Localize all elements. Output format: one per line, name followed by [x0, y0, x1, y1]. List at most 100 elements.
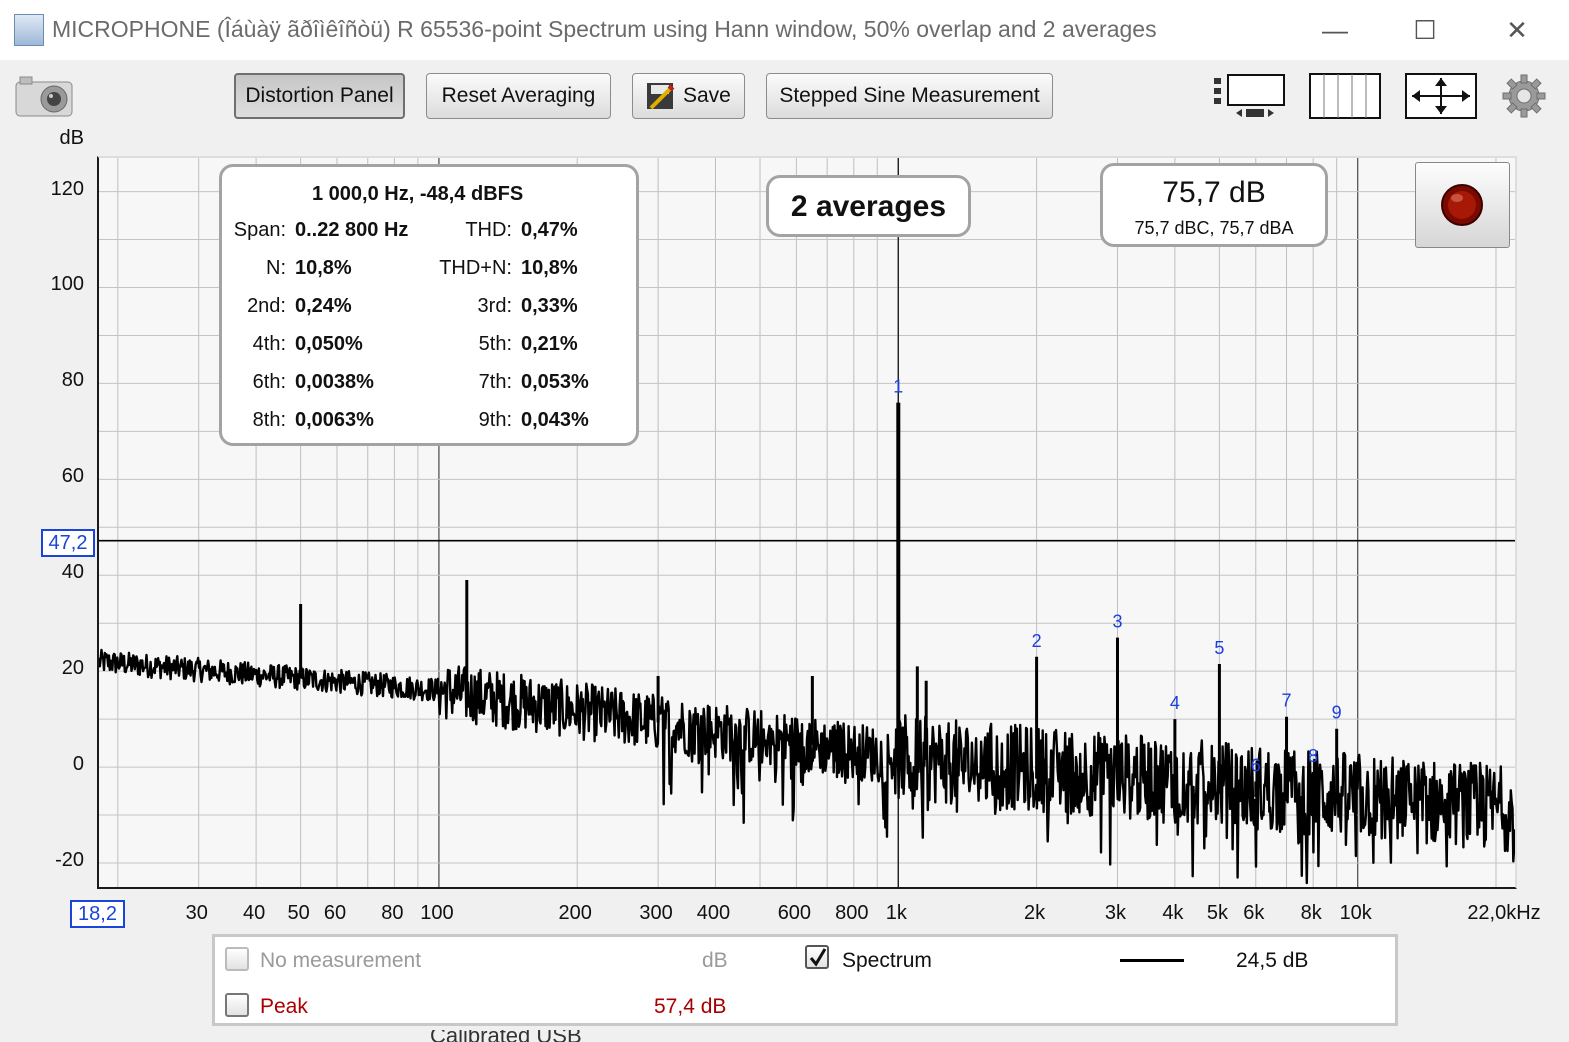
- x-tick-label: 30: [185, 902, 208, 924]
- spectrum-line-swatch: [1120, 959, 1184, 962]
- harmonic-marker: 3: [1112, 612, 1122, 632]
- distortion-label: 9th:: [478, 409, 512, 431]
- cursor-level-readout[interactable]: 47,2: [41, 529, 95, 557]
- distortion-label: THD+N:: [439, 257, 512, 279]
- y-axis-label: dB: [59, 127, 84, 149]
- save-button[interactable]: Save: [632, 73, 745, 119]
- record-icon: [1441, 184, 1483, 226]
- peak-label: Peak: [260, 995, 308, 1018]
- x-tick-label: 4k: [1162, 902, 1184, 924]
- distortion-label: 7th:: [478, 371, 512, 393]
- distortion-value: 0..22 800 Hz: [295, 219, 409, 241]
- distortion-label: 5th:: [478, 333, 512, 355]
- partial-device-label: Calibrated USB: [430, 1030, 582, 1042]
- x-tick-label: 50: [287, 902, 310, 924]
- distortion-value: 10,8%: [295, 257, 352, 279]
- distortion-value: 10,8%: [521, 257, 578, 279]
- x-tick-label: 40: [242, 902, 266, 924]
- app-icon: [14, 14, 44, 46]
- no-measurement-label: No measurement: [260, 949, 422, 972]
- maximize-button[interactable]: ☐: [1400, 8, 1450, 52]
- distortion-value: 0,043%: [521, 409, 589, 431]
- harmonic-marker: 9: [1332, 703, 1342, 723]
- distortion-value: 0,0063%: [295, 409, 374, 431]
- no-measurement-unit: dB: [702, 949, 728, 972]
- distortion-label: 4th:: [252, 333, 286, 355]
- y-tick-label: 0: [72, 753, 84, 776]
- harmonic-marker: 2: [1032, 631, 1042, 651]
- title-bar: MICROPHONE (Îáùàÿ ãðîìêîñòü) R 65536-poi…: [0, 0, 1569, 60]
- harmonic-marker: 5: [1214, 638, 1224, 658]
- spectrum-trace: [99, 648, 1515, 885]
- x-tick-label: 10k: [1339, 902, 1372, 924]
- spectrum-label: Spectrum: [842, 949, 932, 972]
- x-tick-label: 8k: [1300, 902, 1322, 924]
- distortion-value: 0,21%: [521, 333, 578, 355]
- averages-label: 2 averages: [790, 190, 947, 223]
- x-tick-label: 5k: [1206, 902, 1228, 924]
- x-tick-label: 60: [323, 902, 347, 924]
- checkmark-icon: [809, 948, 827, 967]
- close-button[interactable]: ✕: [1492, 8, 1542, 52]
- distortion-header: 1 000,0 Hz, -48,4 dBFS: [312, 183, 524, 205]
- distortion-panel-button[interactable]: Distortion Panel: [234, 73, 405, 119]
- peak-checkbox[interactable]: [225, 993, 249, 1017]
- y-tick-label: 100: [50, 273, 84, 296]
- averages-panel: 2 averages: [766, 175, 971, 237]
- x-tick-label: 1k: [885, 902, 907, 924]
- distortion-panel: 1 000,0 Hz, -48,4 dBFS Span: 0..22 800 Hz…: [219, 164, 639, 446]
- distortion-value: 0,33%: [521, 295, 578, 317]
- distortion-label: N:: [266, 257, 286, 279]
- y-tick-label: 20: [61, 657, 84, 680]
- level-meter-panel: 75,7 dB 75,7 dBC, 75,7 dBA: [1100, 163, 1328, 247]
- distortion-value: 0,47%: [521, 219, 578, 241]
- distortion-label: THD:: [465, 219, 512, 241]
- y-tick-label: -20: [55, 849, 84, 872]
- y-tick-label: 80: [61, 369, 84, 392]
- x-tick-label: 300: [639, 902, 673, 924]
- x-tick-label: 2k: [1024, 902, 1046, 924]
- no-measurement-checkbox[interactable]: [225, 947, 249, 971]
- reset-averaging-button[interactable]: Reset Averaging: [426, 73, 611, 119]
- y-tick-label: 40: [61, 561, 84, 584]
- distortion-label: 3rd:: [477, 295, 512, 317]
- minimize-button[interactable]: —: [1310, 8, 1360, 52]
- y-tick-label: 120: [50, 177, 84, 200]
- spectrum-checkbox[interactable]: [805, 945, 829, 969]
- record-button[interactable]: [1415, 162, 1510, 248]
- distortion-value: 0,0038%: [295, 371, 374, 393]
- x-tick-label: 800: [835, 902, 869, 924]
- x-tick-label: 80: [381, 902, 404, 924]
- legend-panel: No measurement dB Spectrum 24,5 dB Peak …: [212, 934, 1398, 1026]
- x-tick-label: 100: [420, 902, 454, 924]
- peak-value: 57,4 dB: [654, 995, 727, 1018]
- distortion-label: 6th:: [252, 371, 286, 393]
- x-tick-label: 6k: [1243, 902, 1265, 924]
- save-icon: [647, 83, 675, 110]
- distortion-value: 0,050%: [295, 333, 363, 355]
- harmonic-marker: 4: [1170, 693, 1180, 713]
- x-start-readout[interactable]: 18,2: [70, 900, 125, 928]
- harmonic-marker: 6: [1251, 755, 1261, 775]
- settings-gear-icon[interactable]: [1500, 72, 1548, 120]
- vertical-zoom-icon[interactable]: [1210, 72, 1288, 120]
- x-tick-label: 3k: [1104, 902, 1127, 924]
- spectrum-value: 24,5 dB: [1236, 949, 1309, 972]
- x-tick-label: 200: [558, 902, 592, 924]
- x-tick-label: 400: [696, 902, 731, 924]
- horizontal-zoom-icon[interactable]: [1308, 72, 1382, 120]
- harmonic-marker: 1: [893, 377, 903, 397]
- y-tick-label: 60: [61, 465, 84, 488]
- camera-icon[interactable]: [14, 74, 74, 118]
- stepped-sine-button[interactable]: Stepped Sine Measurement: [766, 73, 1053, 119]
- zoom-fit-icon[interactable]: [1404, 72, 1478, 120]
- window-title: MICROPHONE (Îáùàÿ ãðîìêîñòü) R 65536-poi…: [52, 16, 1157, 42]
- distortion-value: 0,24%: [295, 295, 352, 317]
- save-label: Save: [683, 84, 731, 107]
- harmonic-marker: 7: [1282, 691, 1292, 711]
- level-main: 75,7 dB: [1162, 176, 1266, 209]
- distortion-label: 8th:: [252, 409, 286, 431]
- level-sub: 75,7 dBC, 75,7 dBA: [1134, 218, 1294, 238]
- harmonic-marker: 8: [1308, 746, 1318, 766]
- x-tick-label: 22,0kHz: [1467, 902, 1541, 924]
